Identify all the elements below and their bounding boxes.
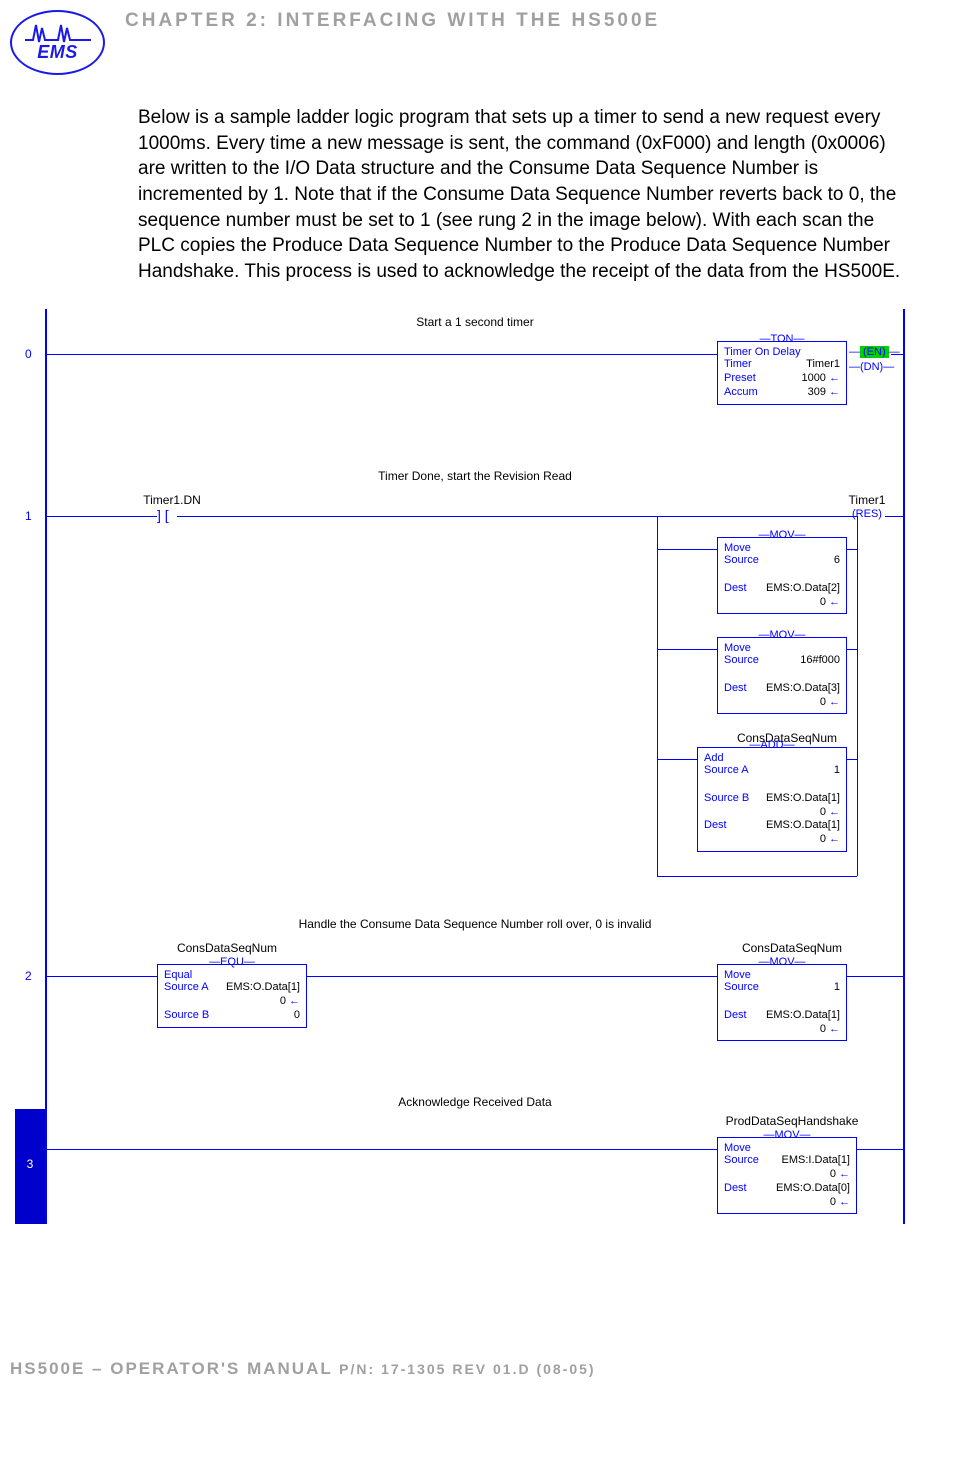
ems-logo: EMS bbox=[10, 10, 105, 75]
dn-output: —(DN)— bbox=[849, 361, 894, 373]
equ-block: —EQU— Equal Source AEMS:O.Data[1] 0 ← So… bbox=[157, 964, 307, 1027]
rung-0-comment: Start a 1 second timer bbox=[47, 309, 903, 331]
mov-block-rung3: —MOV— Move SourceEMS:I.Data[1] 0 ← DestE… bbox=[717, 1137, 857, 1214]
contact-tag: Timer1.DN bbox=[132, 493, 212, 507]
rung-3-comment: Acknowledge Received Data bbox=[47, 1079, 903, 1111]
mov-tag-3: ProdDataSeqHandshake bbox=[717, 1114, 867, 1128]
rung-0: Start a 1 second timer 0 —TON— Timer On … bbox=[45, 309, 905, 449]
ton-block: —TON— Timer On Delay TimerTimer1 Preset1… bbox=[717, 341, 847, 404]
rung-0-number: 0 bbox=[25, 347, 32, 361]
ladder-diagram: Start a 1 second timer 0 —TON— Timer On … bbox=[45, 309, 905, 1309]
rung-3: 3 Acknowledge Received Data ProdDataSeqH… bbox=[45, 1079, 905, 1224]
en-output: —(EN)— bbox=[849, 346, 900, 358]
add-block: —ADD— Add Source A1 Source BEMS:O.Data[1… bbox=[697, 747, 847, 852]
xic-contact: ] [ bbox=[157, 507, 169, 523]
logo-text: EMS bbox=[37, 42, 78, 63]
footer-main: HS500E – OPERATOR'S MANUAL bbox=[10, 1359, 339, 1378]
waveform-icon bbox=[23, 22, 93, 44]
mov-block-rung2: —MOV— Move Source1 DestEMS:O.Data[1] 0 ← bbox=[717, 964, 847, 1041]
equ-tag: ConsDataSeqNum bbox=[162, 941, 292, 955]
mov-tag: ConsDataSeqNum bbox=[727, 941, 857, 955]
res-tag: Timer1 bbox=[837, 493, 897, 507]
footer-pn: P/N: 17-1305 REV 01.D (08-05) bbox=[339, 1361, 595, 1377]
chapter-title: CHAPTER 2: INTERFACING WITH THE HS500E bbox=[125, 10, 660, 32]
rung-2-number: 2 bbox=[25, 969, 32, 983]
rung-2: Handle the Consume Data Sequence Number … bbox=[45, 899, 905, 1079]
rung-1-comment: Timer Done, start the Revision Read bbox=[47, 449, 903, 485]
mov-block-2: —MOV— Move Source16#f000 DestEMS:O.Data[… bbox=[717, 637, 847, 714]
page-footer: HS500E – OPERATOR'S MANUAL P/N: 17-1305 … bbox=[10, 1359, 911, 1379]
ton-label: —TON— bbox=[718, 333, 846, 345]
rung-3-selection: 3 bbox=[15, 1109, 45, 1224]
rung-1-number: 1 bbox=[25, 509, 32, 523]
body-paragraph: Below is a sample ladder logic program t… bbox=[138, 105, 911, 284]
page-header: EMS CHAPTER 2: INTERFACING WITH THE HS50… bbox=[10, 10, 911, 75]
rung-2-comment: Handle the Consume Data Sequence Number … bbox=[47, 899, 903, 933]
rung-1: Timer Done, start the Revision Read 1 Ti… bbox=[45, 449, 905, 899]
mov-block-1: —MOV— Move Source6 DestEMS:O.Data[2] 0 ← bbox=[717, 537, 847, 614]
